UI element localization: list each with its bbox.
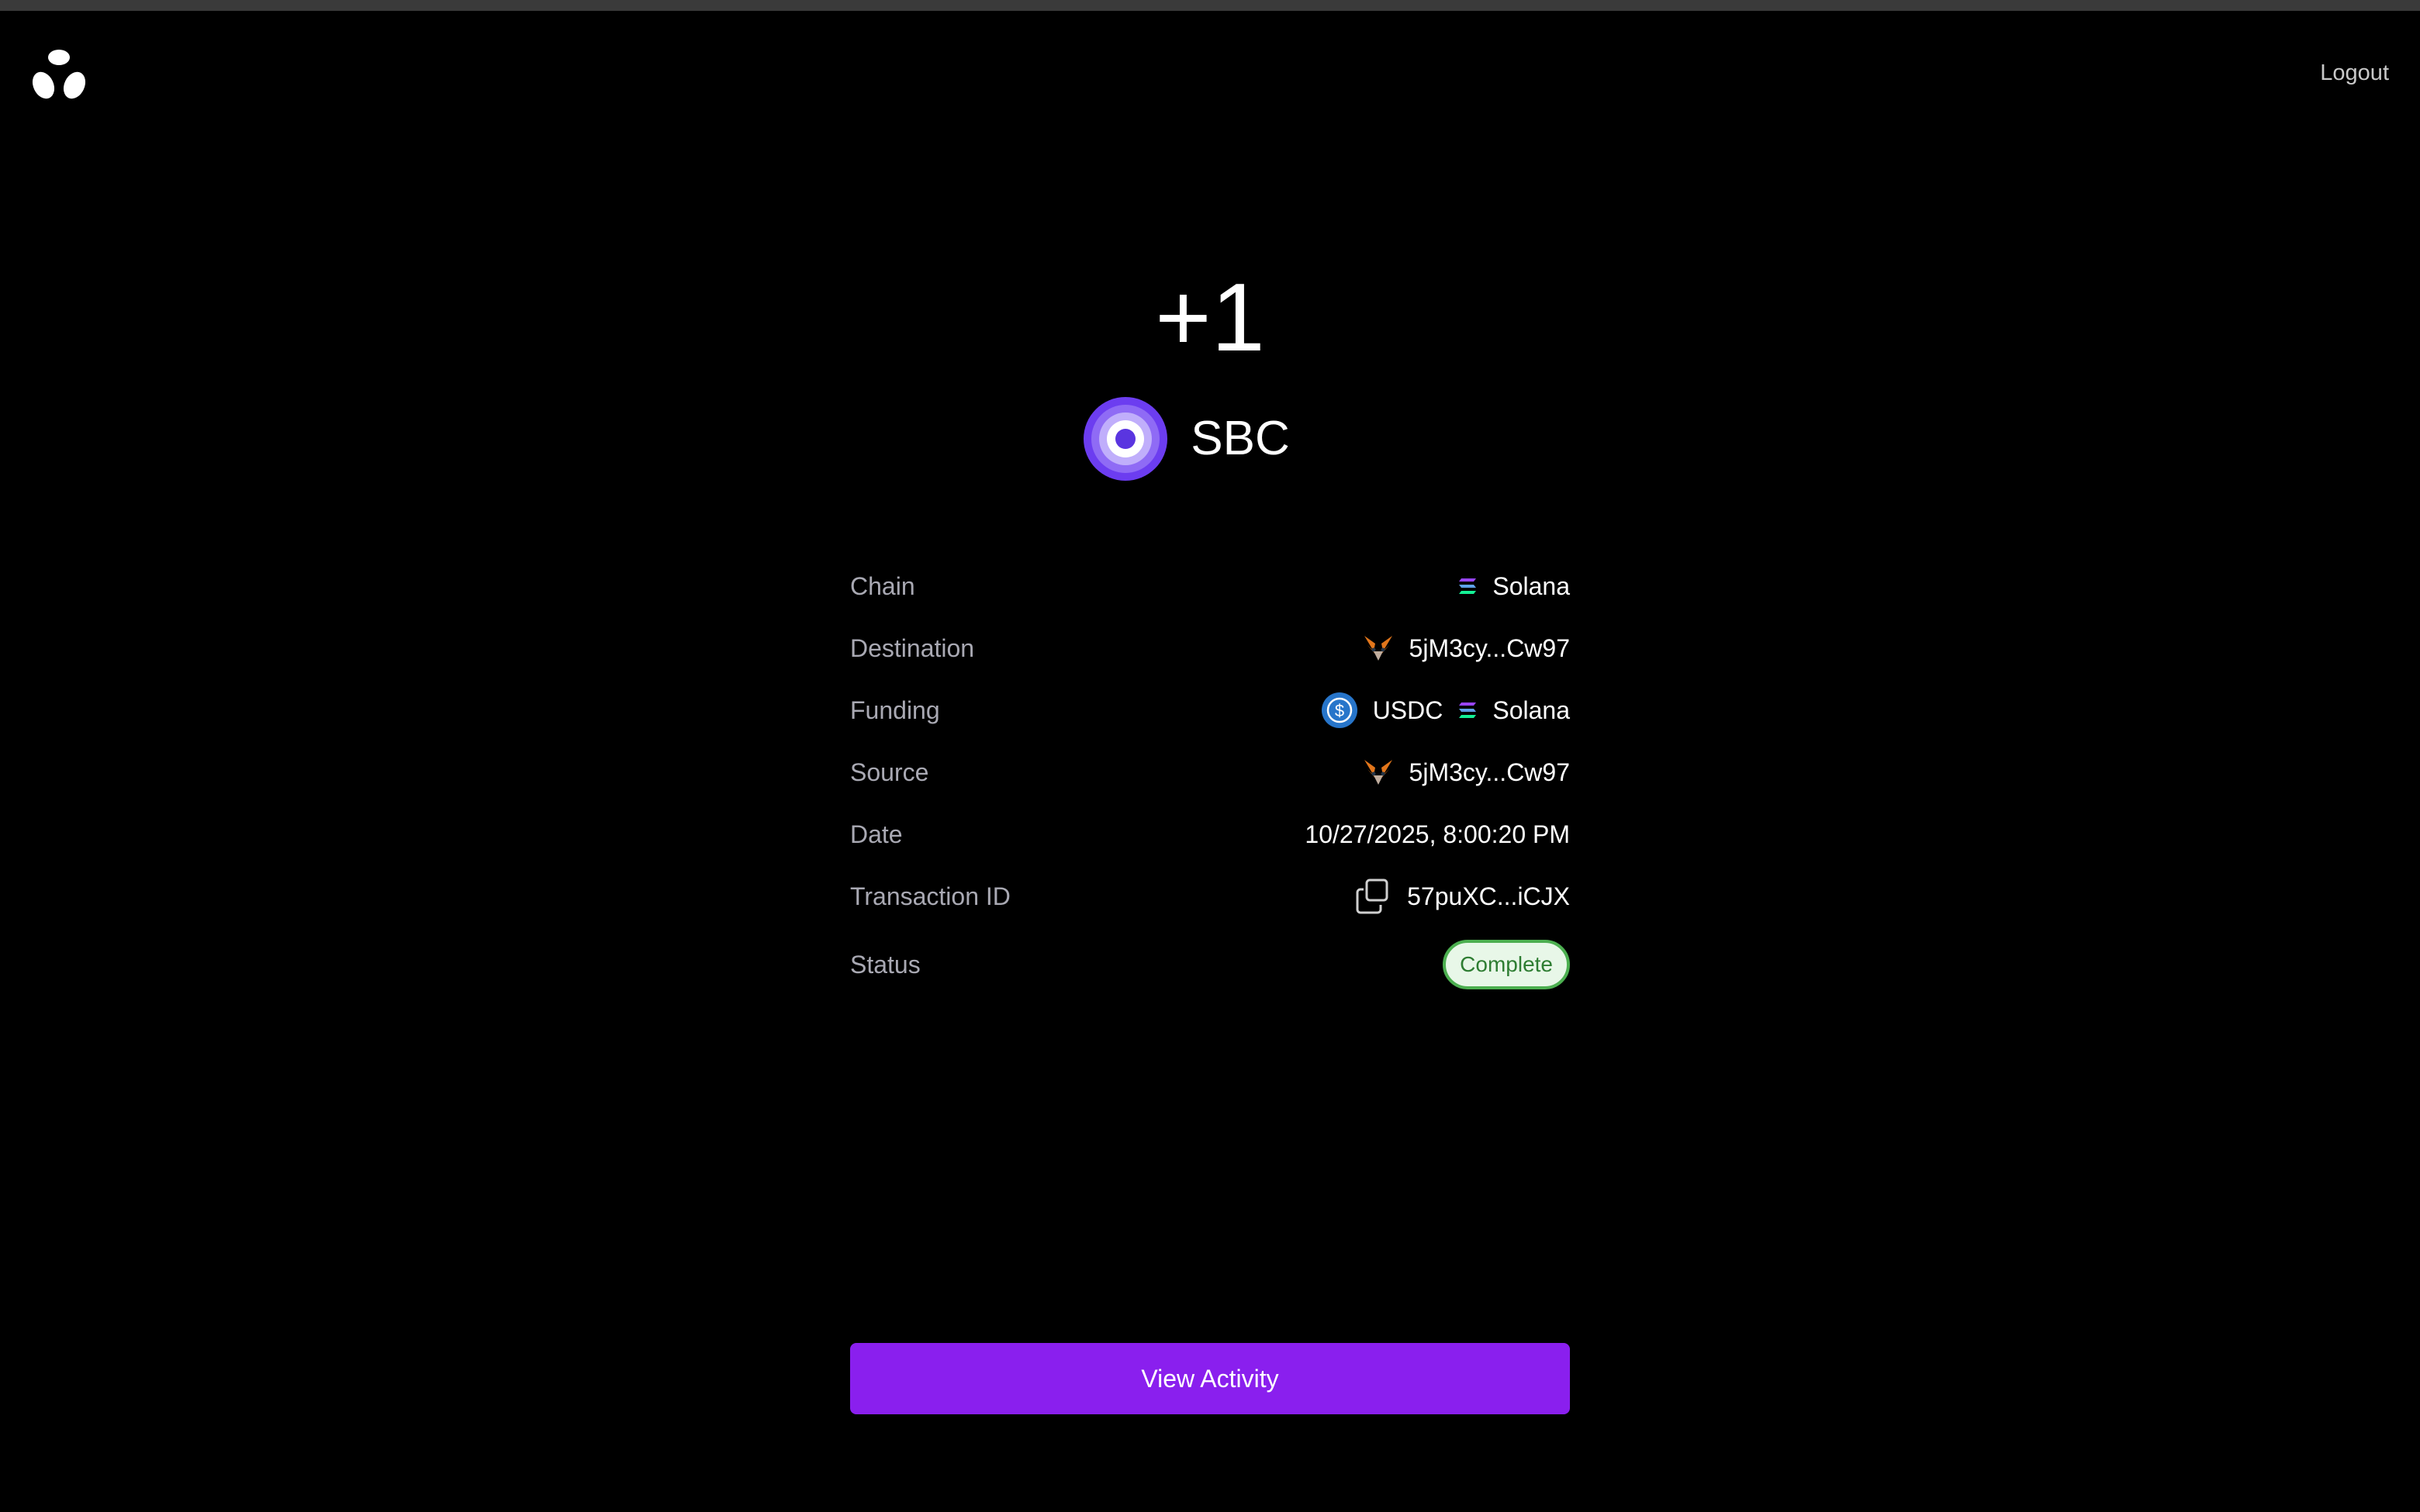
transaction-id-value-group: 57puXC...iCJX <box>1353 877 1570 916</box>
status-label: Status <box>850 950 921 979</box>
metamask-fox-icon <box>1364 636 1392 661</box>
chain-value: Solana <box>1492 571 1570 600</box>
chain-value-group: Solana <box>1458 572 1570 601</box>
solana-icon <box>1459 702 1477 718</box>
funding-value-group: $ USDC Solana <box>1321 692 1570 728</box>
detail-row-funding: Funding $ USDC Solana <box>850 679 1570 741</box>
transaction-id-value[interactable]: 57puXC...iCJX <box>1407 882 1570 911</box>
transaction-amount: +1 <box>1155 264 1265 371</box>
destination-address: 5jM3cy...Cw97 <box>1409 633 1570 662</box>
source-label: Source <box>850 758 929 786</box>
detail-row-chain: Chain Solana <box>850 555 1570 617</box>
funding-token: USDC <box>1372 696 1443 724</box>
metamask-fox-icon <box>1364 760 1392 785</box>
detail-row-destination: Destination 5jM3cy...Cw97 <box>850 617 1570 679</box>
token-display: SBC <box>0 397 2420 481</box>
date-value-group: 10/27/2025, 8:00:20 PM <box>1305 820 1570 849</box>
source-value-group: 5jM3cy...Cw97 <box>1363 758 1570 787</box>
destination-label: Destination <box>850 633 975 662</box>
date-label: Date <box>850 820 903 848</box>
transaction-detail-page: Logout +1 SBC Chain Solana Destination 5… <box>0 0 2420 1512</box>
status-badge: Complete <box>1443 940 1570 989</box>
status-value-group: Complete <box>1443 940 1570 989</box>
destination-value-group: 5jM3cy...Cw97 <box>1363 634 1570 663</box>
transaction-details: Chain Solana Destination 5jM3cy...Cw97 F… <box>850 555 1570 1002</box>
svg-text:$: $ <box>1335 701 1344 720</box>
funding-label: Funding <box>850 696 940 724</box>
date-value: 10/27/2025, 8:00:20 PM <box>1305 820 1570 848</box>
usdc-icon: $ <box>1321 692 1357 728</box>
sbc-token-icon <box>1084 397 1168 481</box>
view-activity-button[interactable]: View Activity <box>850 1343 1570 1414</box>
window-top-strip <box>0 0 2420 11</box>
chain-label: Chain <box>850 571 915 600</box>
detail-row-source: Source 5jM3cy...Cw97 <box>850 741 1570 803</box>
transaction-id-label: Transaction ID <box>850 882 1011 910</box>
token-symbol: SBC <box>1191 412 1290 465</box>
detail-row-date: Date 10/27/2025, 8:00:20 PM <box>850 803 1570 865</box>
tri-petal-logo-icon[interactable] <box>29 47 88 105</box>
copy-icon[interactable] <box>1353 877 1392 916</box>
solana-icon <box>1459 578 1477 594</box>
detail-row-transaction-id: Transaction ID 57puXC...iCJX <box>850 865 1570 927</box>
logout-link[interactable]: Logout <box>2320 60 2389 86</box>
detail-row-status: Status Complete <box>850 927 1570 1002</box>
source-address: 5jM3cy...Cw97 <box>1409 758 1570 786</box>
funding-chain: Solana <box>1492 696 1570 724</box>
